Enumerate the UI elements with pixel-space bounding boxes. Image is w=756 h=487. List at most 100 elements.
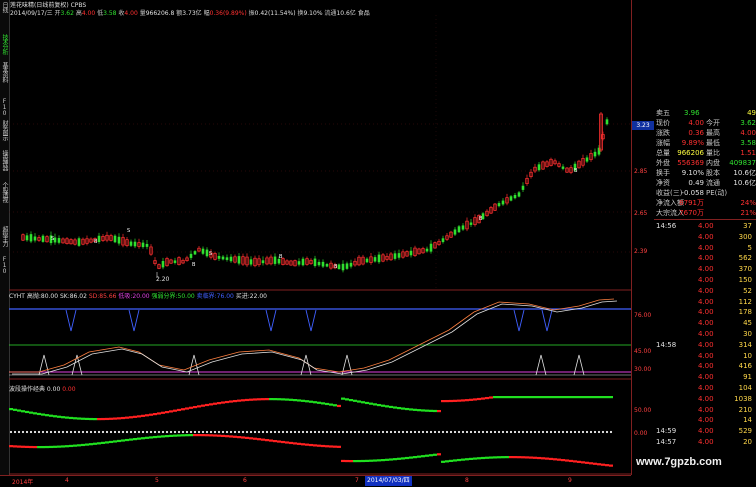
tick-row: 4.00 30 bbox=[654, 329, 756, 339]
tick-price: 4.00 bbox=[698, 222, 714, 230]
zero-dot bbox=[349, 430, 353, 434]
indicator2-upper-step bbox=[561, 396, 565, 399]
left-tab-8[interactable]: F10 bbox=[0, 256, 9, 274]
indicator2-upper-step bbox=[593, 396, 597, 399]
trade-marker: S bbox=[51, 236, 54, 242]
indicator2-upper-step bbox=[541, 396, 545, 399]
zero-dot bbox=[373, 430, 377, 434]
zero-dot bbox=[193, 430, 197, 434]
indicator2-lower-step bbox=[121, 439, 125, 442]
tick-volume: 5 bbox=[747, 243, 752, 252]
left-tab-2[interactable]: 基本资料 bbox=[0, 62, 9, 82]
candle-body bbox=[313, 258, 317, 266]
left-tab-6[interactable]: 个股透视 bbox=[0, 182, 9, 202]
indicator1-param-key: SD: bbox=[88, 293, 100, 300]
candle-body bbox=[229, 256, 233, 262]
indicator2-upper-step bbox=[17, 409, 21, 412]
left-tab-0[interactable]: 日线 bbox=[0, 2, 9, 12]
zero-dot bbox=[97, 430, 101, 434]
tick-row: 4.00 178 bbox=[654, 307, 756, 317]
cursor-date-box: 2014/07/03/四 bbox=[365, 476, 412, 486]
left-tab-7[interactable]: 超级主力 bbox=[0, 226, 9, 246]
indicator2-upper-step bbox=[197, 405, 201, 408]
zero-dot bbox=[385, 430, 389, 434]
indicator2-lower-step bbox=[525, 456, 529, 459]
zero-dot bbox=[585, 430, 589, 434]
indicator2-upper-step bbox=[473, 398, 477, 401]
candle-body bbox=[217, 255, 221, 259]
indicator2-upper-step bbox=[333, 404, 337, 407]
indicator2-upper-step bbox=[325, 402, 329, 406]
indicator2-upper-step bbox=[221, 401, 225, 404]
zero-dot bbox=[269, 430, 273, 434]
time-axis-label: 8 bbox=[465, 477, 469, 484]
time-axis-label: 4 bbox=[65, 477, 69, 484]
indicator2-lower-step bbox=[397, 457, 401, 460]
indicator2-upper-step bbox=[565, 396, 569, 399]
indicator2-upper-step bbox=[341, 397, 345, 400]
indicator2-lower-step bbox=[513, 456, 517, 459]
candle-body bbox=[457, 226, 461, 233]
quote-label: 总量 bbox=[656, 149, 670, 157]
indicator2-upper-step bbox=[557, 396, 561, 399]
zero-dot bbox=[189, 430, 193, 434]
candle-body bbox=[373, 257, 377, 262]
indicator2-upper-step bbox=[117, 417, 121, 420]
indicator2-lower-step bbox=[549, 457, 553, 461]
zero-dot bbox=[101, 430, 105, 434]
indicator2-lower-step bbox=[481, 456, 485, 460]
indicator2-scale-label: 50.00 bbox=[634, 407, 652, 414]
zero-dot bbox=[313, 430, 317, 434]
indicator2-lower-step bbox=[485, 456, 489, 459]
chart-area[interactable]: SBSBSBBBB 莲花味精(日线前复权) CPBS 2014/09/17/三 … bbox=[9, 0, 631, 475]
indicator2-upper-step bbox=[393, 406, 397, 409]
candle-body bbox=[301, 258, 305, 266]
trade-marker: B bbox=[334, 264, 338, 270]
left-tab-3[interactable]: F10 bbox=[0, 98, 9, 116]
indicator2-upper-step bbox=[269, 398, 273, 401]
indicator2-lower-step bbox=[597, 463, 601, 466]
zero-dot bbox=[289, 430, 293, 434]
zero-dot bbox=[381, 430, 385, 434]
left-tab-5[interactable]: 操盘神器 bbox=[0, 150, 9, 170]
indicator2-lower-step bbox=[365, 459, 369, 462]
indicator2-upper-step bbox=[297, 399, 301, 402]
tick-row: 4.00 14 bbox=[654, 415, 756, 425]
quote-row: 涨幅 9.89% 最低 3.58 bbox=[654, 138, 756, 148]
candle-body bbox=[429, 243, 433, 252]
tick-price: 4.00 bbox=[698, 286, 714, 295]
zero-dot bbox=[129, 430, 133, 434]
indicator2-upper-step bbox=[33, 412, 37, 415]
indicator1-param-value: 85.66 bbox=[99, 293, 119, 300]
zero-dot bbox=[257, 430, 261, 434]
zero-dot bbox=[529, 430, 533, 434]
zero-dot bbox=[45, 430, 49, 434]
left-tab-1[interactable]: 技术分析 bbox=[0, 34, 9, 54]
indicator2-upper-step bbox=[401, 407, 405, 410]
indicator2-lower-step bbox=[533, 456, 537, 459]
indicator2-upper-step bbox=[253, 398, 257, 401]
quote-value: 0.49 bbox=[688, 179, 704, 187]
zero-dot bbox=[37, 430, 41, 434]
indicator2-lower-step bbox=[241, 436, 245, 439]
left-tab-4[interactable]: 财务图示 bbox=[0, 120, 9, 140]
tick-price: 4.00 bbox=[698, 427, 714, 436]
chart-canvas[interactable]: S B S B S B B B B bbox=[9, 0, 631, 475]
zero-dot bbox=[233, 430, 237, 434]
indicator2-upper-step bbox=[165, 411, 169, 414]
quote-key: 流通 bbox=[706, 179, 720, 187]
zero-dot bbox=[149, 430, 153, 434]
indicator2-upper-step bbox=[481, 397, 485, 400]
zero-dot bbox=[417, 430, 421, 434]
zero-dot bbox=[493, 430, 497, 434]
indicator2-lower-step bbox=[317, 444, 321, 447]
current-price-tag: 3.23 bbox=[632, 121, 654, 130]
zero-dot bbox=[405, 430, 409, 434]
indicator2-lower-step bbox=[405, 456, 409, 460]
indicator2-upper-step bbox=[61, 416, 65, 419]
indicator2-lower-step bbox=[357, 459, 361, 463]
indicator2-upper-step bbox=[45, 414, 49, 417]
indicator2-upper-step bbox=[441, 400, 445, 403]
quote-key: 内盘 bbox=[706, 159, 720, 167]
zero-dot bbox=[397, 430, 401, 434]
